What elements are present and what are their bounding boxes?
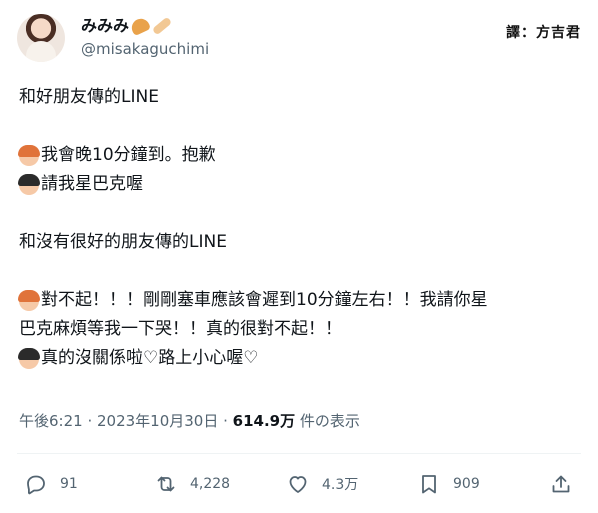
tweet-line: 對不起！！！剛剛塞車應該會遲到10分鐘左右！！我請你星 <box>18 286 579 315</box>
tweet-line: 請我星巴克喔 <box>18 170 579 199</box>
like-count: 4.3万 <box>322 477 359 493</box>
reply-icon <box>27 475 45 495</box>
tweet-line: 和好朋友傳的LINE <box>19 87 159 107</box>
views-label: 件の表示 <box>295 412 360 430</box>
message-text: 我會晚10分鐘到。抱歉 <box>41 145 216 165</box>
woman-orange-hair-emoji-icon <box>18 144 40 166</box>
message-text: 對不起！！！剛剛塞車應該會遲到10分鐘左右！！我請你星 <box>41 290 488 310</box>
reply-button[interactable]: 91 <box>24 470 78 498</box>
woman-orange-hair-emoji-icon <box>18 289 40 311</box>
share-button[interactable] <box>549 470 585 498</box>
woman-dark-hair-emoji-icon <box>18 347 40 369</box>
retweet-button[interactable]: 4,228 <box>154 470 230 498</box>
bookmark-button[interactable]: 909 <box>417 470 480 498</box>
action-bar: 91 4,228 4.3万 909 <box>24 470 580 498</box>
bookmark-icon <box>422 475 436 494</box>
tweet-meta: 午後6:21 · 2023年10月30日 · 614.9万 件の表示 <box>19 410 360 431</box>
share-icon <box>552 475 570 493</box>
tweet-line: 巴克麻煩等我一下哭！！真的很對不起！！ <box>19 319 342 339</box>
message-text: 請我星巴克喔 <box>41 174 143 194</box>
like-button[interactable]: 4.3万 <box>286 470 358 498</box>
tweet-text: 和好朋友傳的LINE 我會晚10分鐘到。抱歉 請我星巴克喔 和沒有很好的朋友傳的… <box>18 83 579 373</box>
woman-dark-hair-emoji-icon <box>18 173 40 195</box>
avatar[interactable] <box>17 14 65 62</box>
retweet-icon <box>157 476 175 492</box>
tweet-line: 真的沒關係啦♡路上小心喔♡ <box>18 344 579 373</box>
tweet-line: 和沒有很好的朋友傳的LINE <box>19 232 227 252</box>
display-name[interactable]: みみみ <box>81 16 129 36</box>
retweet-count: 4,228 <box>190 476 231 492</box>
bookmark-count: 909 <box>453 476 480 492</box>
heart-icon <box>289 476 307 493</box>
bandage-emoji-icon <box>151 16 173 36</box>
views-count: 614.9万 <box>232 412 296 430</box>
croissant-emoji-icon <box>128 15 152 37</box>
timestamp[interactable]: 午後6:21 · 2023年10月30日 · <box>19 412 233 430</box>
message-text: 真的沒關係啦♡路上小心喔♡ <box>41 348 259 368</box>
reply-count: 91 <box>60 476 78 492</box>
avatar-figure <box>26 41 56 62</box>
user-handle[interactable]: @misakaguchimi <box>81 40 209 58</box>
divider <box>17 453 581 454</box>
tweet-line: 我會晚10分鐘到。抱歉 <box>18 141 579 170</box>
tweet-header: みみみ @misakaguchimi 譯：方吉君 <box>17 14 581 62</box>
name-row: みみみ <box>81 15 173 37</box>
translator-watermark: 譯：方吉君 <box>506 25 581 41</box>
